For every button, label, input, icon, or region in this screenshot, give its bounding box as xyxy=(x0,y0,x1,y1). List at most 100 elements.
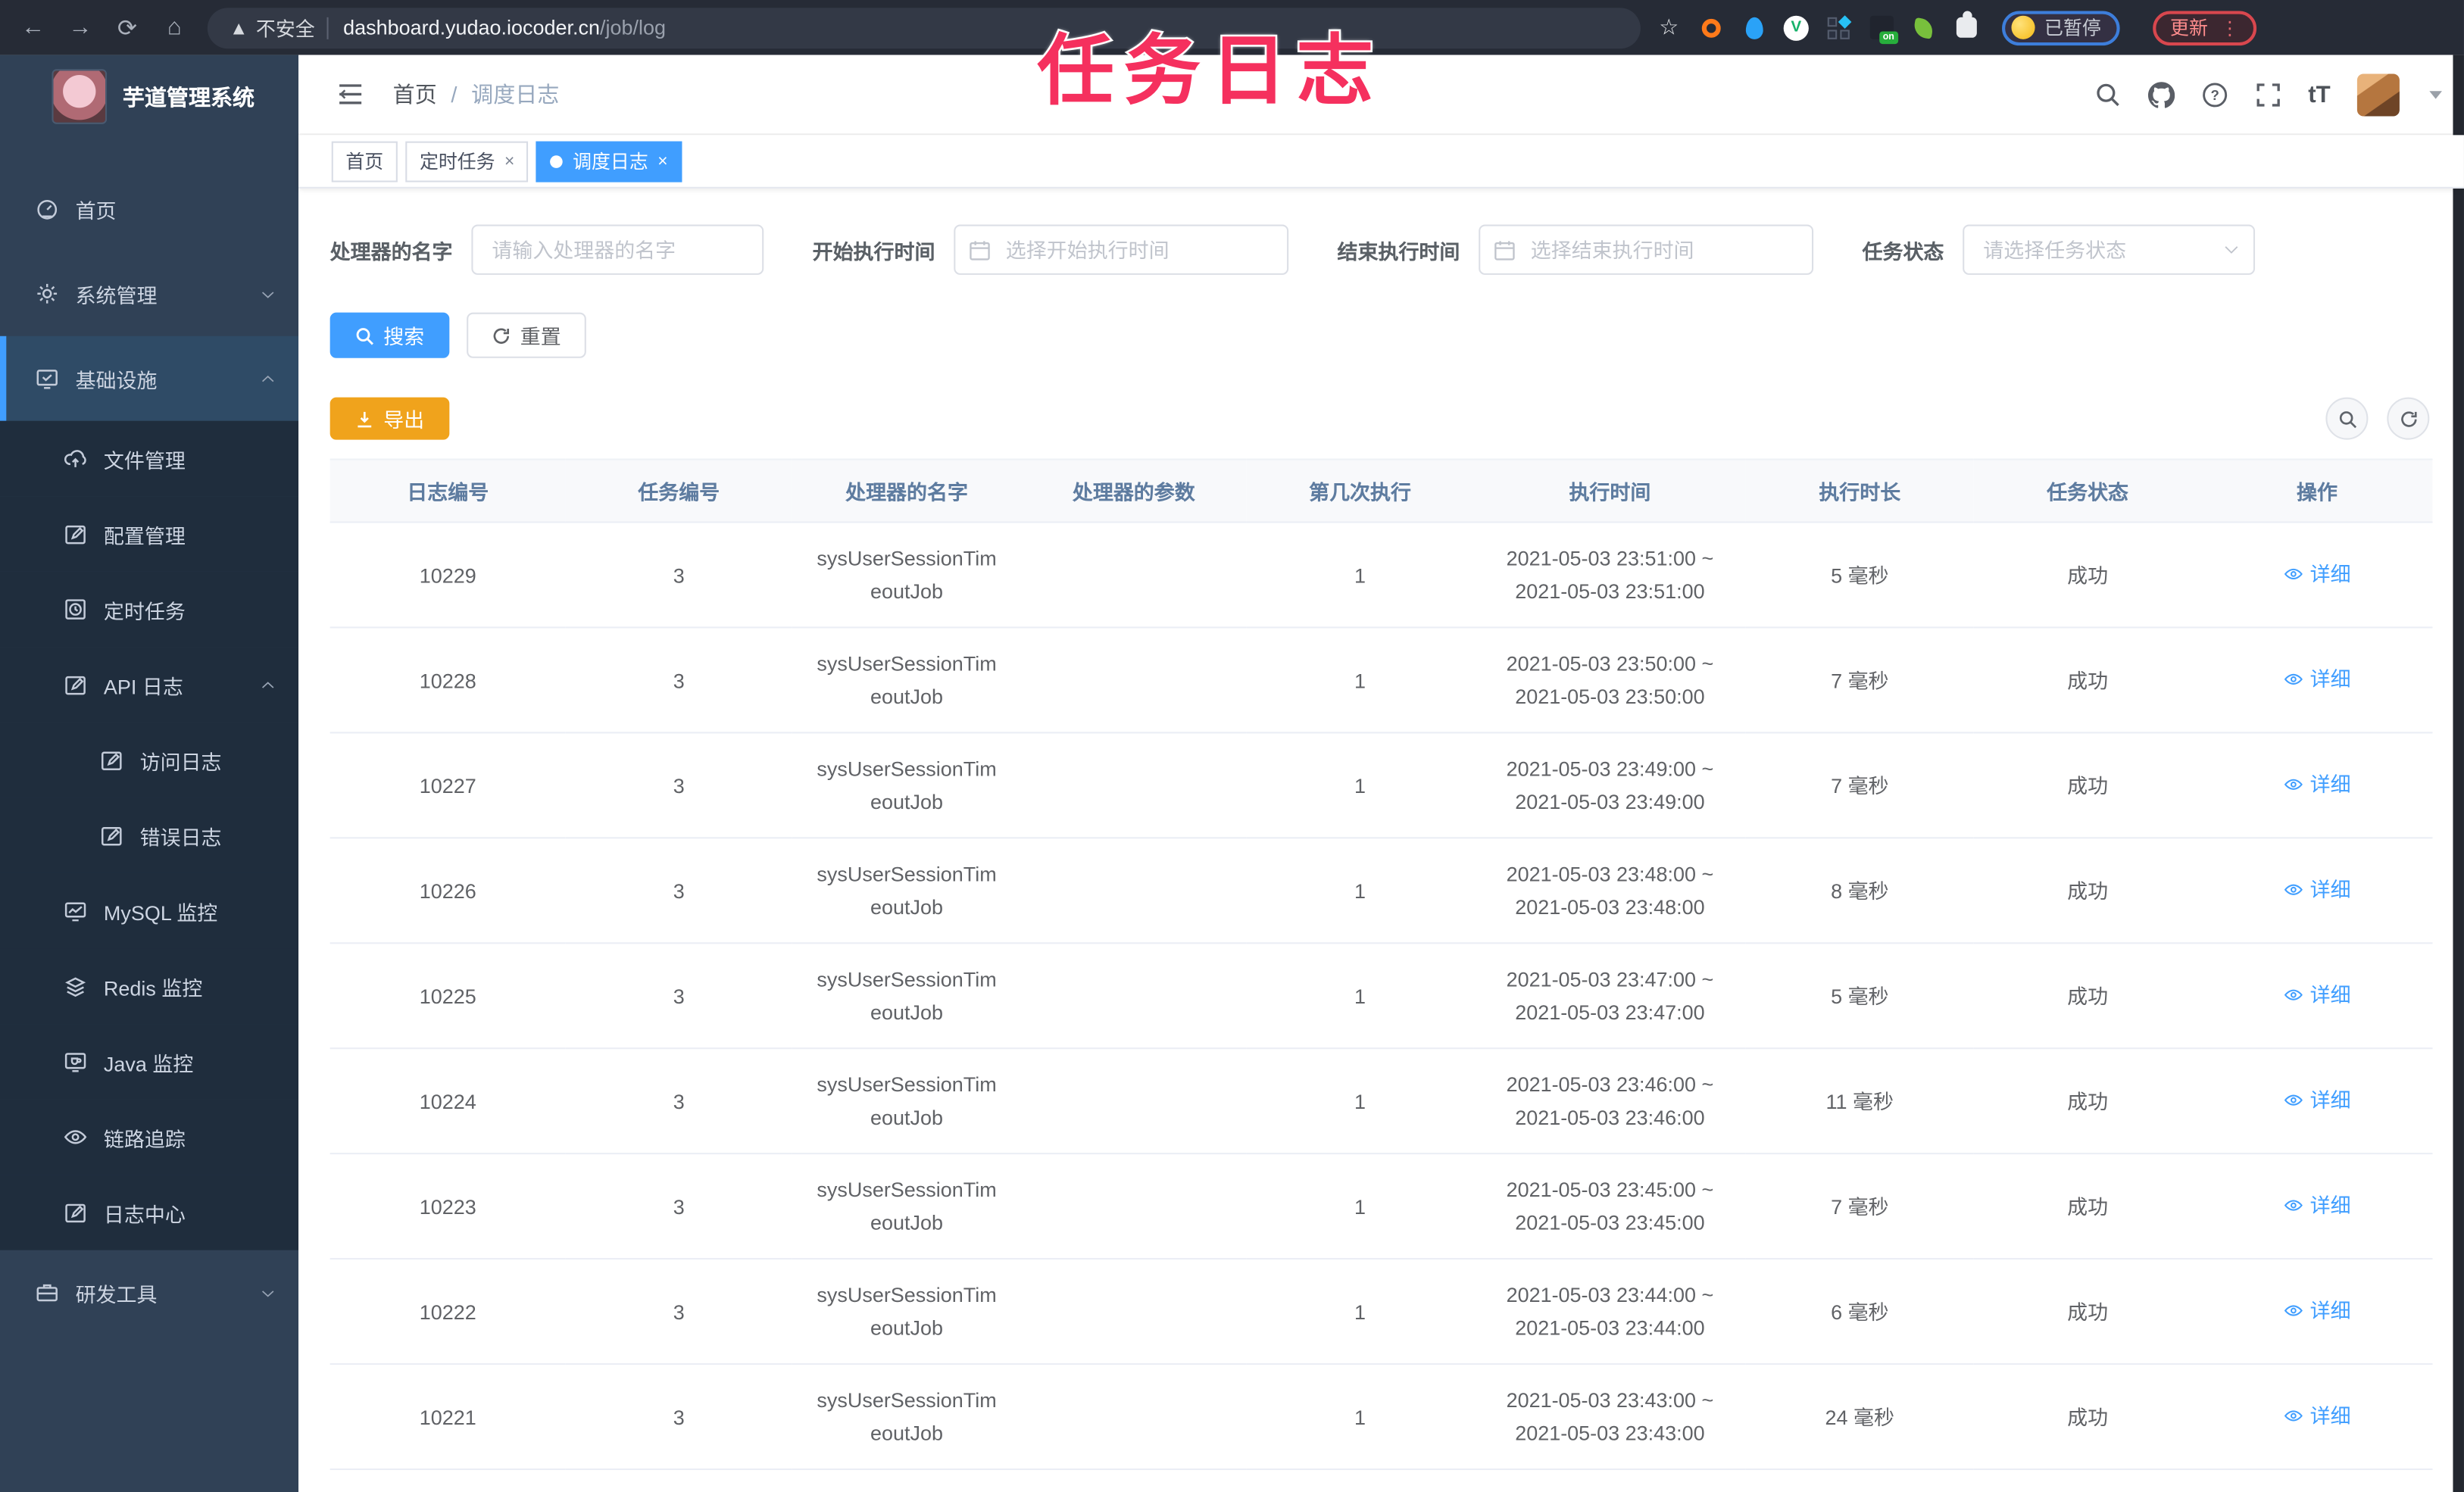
tab-调度日志[interactable]: 调度日志 × xyxy=(536,140,682,182)
detail-link[interactable]: 详细 xyxy=(2283,978,2351,1011)
sidebar-item-dev-tools[interactable]: 研发工具 xyxy=(0,1250,298,1335)
profile-emoji-icon xyxy=(2011,15,2035,39)
fullscreen-icon[interactable] xyxy=(2255,81,2281,108)
reload-icon[interactable]: ⟳ xyxy=(104,14,151,42)
sidebar-item-redis-monitor[interactable]: Redis 监控 xyxy=(0,948,299,1025)
detail-link[interactable]: 详细 xyxy=(2283,872,2351,906)
cell: 10226 xyxy=(329,838,566,944)
chevron-up-icon xyxy=(259,370,276,387)
cell: 成功 xyxy=(1973,732,2202,839)
update-label: 更新 xyxy=(2170,17,2208,39)
filter-group-end-time: 结束执行时间 xyxy=(1337,224,1814,275)
sidebar-item-mysql-monitor[interactable]: MySQL 监控 xyxy=(0,872,299,949)
sidebar-item-system-management[interactable]: 系统管理 xyxy=(0,251,298,336)
sidebar-item-access-logs[interactable]: 访问日志 xyxy=(0,722,299,798)
search-icon[interactable] xyxy=(2094,81,2121,108)
cell: 6 毫秒 xyxy=(1745,1469,1974,1492)
detail-link[interactable]: 详细 xyxy=(2283,1188,2351,1222)
exec-time-cell: 2021-05-03 23:45:00 ~2021-05-03 23:45:00 xyxy=(1473,1153,1746,1260)
sidebar-item-api-logs[interactable]: API 日志 xyxy=(0,647,299,723)
reset-button[interactable]: 重置 xyxy=(467,312,586,358)
browser-menu-icon[interactable]: ⋮ xyxy=(2220,17,2239,39)
sidebar-item-config-management[interactable]: 配置管理 xyxy=(0,496,299,572)
detail-link[interactable]: 详细 xyxy=(2283,662,2351,695)
extension-leaf-icon[interactable] xyxy=(1911,15,1936,40)
exec-time-cell: 2021-05-03 23:42:00 ~2021-05-03 23:42:00 xyxy=(1473,1469,1746,1492)
sidebar-item-scheduled-tasks[interactable]: 定时任务 xyxy=(0,571,299,648)
cell: 10227 xyxy=(329,732,566,839)
handler-name-cell: sysUserSessionTimeoutJob xyxy=(792,522,1022,629)
sidebar-item-java-monitor[interactable]: Java 监控 xyxy=(0,1024,299,1100)
refresh-icon[interactable] xyxy=(2387,397,2430,440)
address-bar[interactable]: ▲ 不安全 dashboard.yudao.iocoder.cn /job/lo… xyxy=(207,7,1641,48)
forward-icon[interactable]: → xyxy=(57,14,104,41)
sidebar-item-infrastructure[interactable]: 基础设施 xyxy=(0,336,299,421)
sidebar-item-link-tracing[interactable]: 链路追踪 xyxy=(0,1099,299,1175)
app-logo-row[interactable]: 芋道管理系统 xyxy=(0,55,298,139)
sidebar-item-home[interactable]: 首页 xyxy=(0,167,298,251)
cell: 24 毫秒 xyxy=(1745,1364,1974,1470)
cell: 成功 xyxy=(1973,627,2202,734)
dashboard-icon xyxy=(35,196,60,221)
url-host: dashboard.yudao.iocoder.cn xyxy=(343,15,601,39)
extension-blue-icon[interactable] xyxy=(1741,15,1766,40)
extension-on-badge-icon[interactable]: on xyxy=(1869,15,1898,45)
avatar-caret-icon[interactable] xyxy=(2429,90,2442,98)
detail-link[interactable]: 详细 xyxy=(2283,1294,2351,1327)
filter-form: 处理器的名字 开始执行时间 结束执行时间 任务状态 xyxy=(330,224,2433,275)
cell: 1 xyxy=(1246,1153,1474,1260)
handler-name-input[interactable] xyxy=(471,224,764,275)
browser-scrollbar[interactable] xyxy=(2453,55,2464,1492)
cell: 5 毫秒 xyxy=(1745,943,1974,1050)
font-size-icon[interactable]: tT xyxy=(2308,81,2330,108)
cell: 1 xyxy=(1246,838,1474,944)
detail-link[interactable]: 详细 xyxy=(2283,767,2351,801)
cell: 1 xyxy=(1246,1364,1474,1470)
extension-green-v-icon[interactable]: V xyxy=(1783,14,1809,40)
tab-close-icon[interactable]: × xyxy=(657,151,667,170)
detail-link[interactable]: 详细 xyxy=(2283,557,2351,590)
profile-paused-chip[interactable]: 已暂停 xyxy=(2002,10,2120,45)
user-avatar[interactable] xyxy=(2356,73,2400,116)
export-button[interactable]: 导出 xyxy=(329,397,450,440)
sidebar-item-file-management[interactable]: 文件管理 xyxy=(0,420,299,497)
cell: 3 xyxy=(565,1364,792,1470)
sidebar-item-label: 文件管理 xyxy=(103,448,186,473)
extension-orange-icon[interactable] xyxy=(1699,15,1724,40)
extension-puzzle-icon[interactable] xyxy=(1953,11,1978,40)
tab-定时任务[interactable]: 定时任务 × xyxy=(405,140,529,182)
extension-grid-icon[interactable] xyxy=(1826,14,1852,40)
sidebar-item-log-center[interactable]: 日志中心 xyxy=(0,1175,299,1250)
task-status-input[interactable] xyxy=(1963,224,2256,275)
begin-time-input[interactable] xyxy=(954,224,1289,275)
cell: 3 xyxy=(565,838,792,944)
actions-cell: 详细 xyxy=(2201,1469,2433,1492)
toggle-search-icon[interactable] xyxy=(2325,397,2369,440)
cell: 10225 xyxy=(329,943,566,1050)
handler-name-cell: sysUserSessionTimeoutJob xyxy=(792,1048,1022,1155)
bookmark-star-icon[interactable]: ☆ xyxy=(1657,14,1682,40)
cell: 10220 xyxy=(329,1469,566,1492)
detail-link[interactable]: 详细 xyxy=(2283,1399,2351,1432)
filter-label: 结束执行时间 xyxy=(1337,239,1460,264)
help-icon[interactable]: ? xyxy=(2201,81,2228,108)
detail-link[interactable]: 详细 xyxy=(2283,1083,2351,1116)
breadcrumb-home[interactable]: 首页 xyxy=(393,79,437,110)
sidebar-toggle-icon[interactable] xyxy=(336,80,364,108)
search-button[interactable]: 搜索 xyxy=(329,312,450,358)
github-icon[interactable] xyxy=(2147,81,2175,108)
back-icon[interactable]: ← xyxy=(9,14,56,41)
table-row: 10222 3 sysUserSessionTim eoutJob 1 2021-05-0… xyxy=(329,1259,2433,1366)
tab-close-icon[interactable]: × xyxy=(504,151,514,170)
tab-首页[interactable]: 首页 xyxy=(331,140,398,182)
actions-cell: 详细 xyxy=(2201,627,2433,734)
sidebar-item-error-logs[interactable]: 错误日志 xyxy=(0,798,299,873)
cell xyxy=(1021,627,1247,734)
exec-time-cell: 2021-05-03 23:44:00 ~2021-05-03 23:44:00 xyxy=(1473,1259,1746,1366)
browser-update-button[interactable]: 更新 ⋮ xyxy=(2153,10,2257,45)
table-row: 102203sysUserSessionTimeoutJob 12021-05-0… xyxy=(329,1469,2433,1492)
end-time-input[interactable] xyxy=(1479,224,1814,275)
cell: 3 xyxy=(565,1153,792,1260)
home-icon[interactable]: ⌂ xyxy=(151,14,198,41)
column-header: 操作 xyxy=(2201,458,2433,523)
